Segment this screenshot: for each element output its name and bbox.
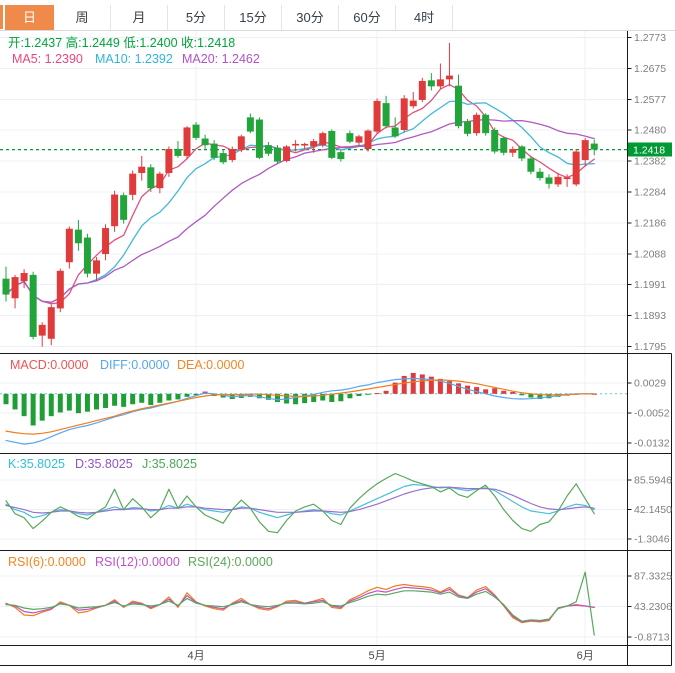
chart-plot-area: 1.2773 1.2675 1.2577 1.2480 1.2382 1.2284 1.21… <box>0 31 672 666</box>
svg-text:-0.8713: -0.8713 <box>634 632 670 644</box>
svg-text:1.1893: 1.1893 <box>634 310 666 322</box>
rsi12-value-label: RSI(12):0.0000 <box>95 555 180 569</box>
svg-text:1.2186: 1.2186 <box>634 218 666 230</box>
svg-text:1.2284: 1.2284 <box>634 187 666 199</box>
j-value-label: J:35.8025 <box>142 457 197 471</box>
svg-text:1.2773: 1.2773 <box>634 32 666 44</box>
svg-text:1.2088: 1.2088 <box>634 249 666 261</box>
svg-text:1.1795: 1.1795 <box>634 341 666 353</box>
svg-text:0.0029: 0.0029 <box>634 378 666 390</box>
rsi24-value-label: RSI(24):0.0000 <box>188 555 273 569</box>
current-price-value: 1.2418 <box>633 145 665 157</box>
ma20-label: MA20: 1.2462 <box>182 52 260 66</box>
svg-text:1.2382: 1.2382 <box>634 155 666 167</box>
svg-text:-0.0052: -0.0052 <box>634 408 670 420</box>
svg-text:1.2675: 1.2675 <box>634 63 666 75</box>
ma5-label: MA5: 1.2390 <box>12 52 83 66</box>
svg-text:87.3325: 87.3325 <box>634 571 672 583</box>
chart-canvas[interactable]: 1.2773 1.2675 1.2577 1.2480 1.2382 1.2284 1.21… <box>0 0 675 673</box>
svg-text:1.2480: 1.2480 <box>634 124 666 136</box>
d-value-label: D:35.8025 <box>75 457 133 471</box>
current-price-tag: 1.2418 <box>628 142 672 157</box>
svg-text:1.1991: 1.1991 <box>634 279 666 291</box>
svg-text:1.2577: 1.2577 <box>634 94 666 106</box>
x-axis-month-label: 5月 <box>368 650 385 662</box>
x-axis-month-label: 4月 <box>187 650 204 662</box>
rsi6-value-label: RSI(6):0.0000 <box>8 555 86 569</box>
k-value-label: K:35.8025 <box>8 457 65 471</box>
ohlc-values-label: 开:1.2437 高:1.2449 低:1.2400 收:1.2418 <box>8 35 235 50</box>
svg-text:-0.0132: -0.0132 <box>634 438 670 450</box>
dea-value-label: DEA:0.0000 <box>177 358 244 372</box>
svg-text:-1.3046: -1.3046 <box>634 534 670 546</box>
ma10-label: MA10: 1.2392 <box>95 52 173 66</box>
diff-value-label: DIFF:0.0000 <box>100 358 170 372</box>
trading-chart-app: 日周月 5分 15分 30分 60分 4时 1.2773 1.2675 1.2577 1.248… <box>0 0 675 673</box>
svg-text:85.5946: 85.5946 <box>634 475 672 487</box>
svg-text:43.2306: 43.2306 <box>634 601 672 613</box>
svg-text:42.1450: 42.1450 <box>634 504 672 516</box>
x-axis-month-label: 6月 <box>577 650 594 662</box>
macd-value-label: MACD:0.0000 <box>10 358 89 372</box>
